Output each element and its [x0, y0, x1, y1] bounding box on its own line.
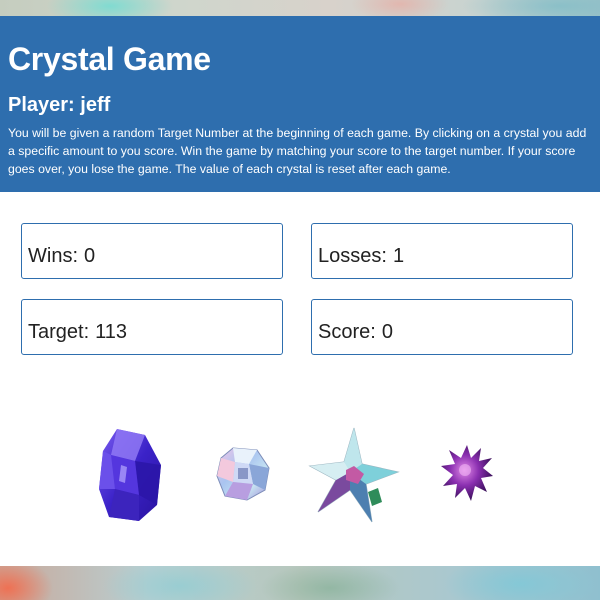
losses-value: 1 — [392, 244, 405, 267]
page-title: Crystal Game — [8, 41, 211, 77]
player-label: Player: — [8, 94, 75, 116]
instructions-text: You will be given a random Target Number… — [8, 126, 587, 176]
purple-crystal-icon — [99, 429, 161, 521]
star-cluster-crystal-button[interactable] — [306, 426, 402, 526]
target-value: 113 — [95, 320, 128, 343]
score-label: Score: — [318, 320, 376, 343]
score-box: Score: 0 — [311, 299, 573, 355]
game-area: Wins: 0 Losses: 1 Target: 113 Score: 0 — [0, 192, 600, 566]
background-top — [0, 0, 600, 16]
wins-value: 0 — [84, 244, 96, 267]
background-bottom — [0, 566, 600, 600]
wins-label: Wins: — [28, 244, 78, 267]
player-name: jeff — [80, 94, 111, 116]
losses-box: Losses: 1 — [311, 223, 573, 279]
iridescent-cube-crystal-button[interactable] — [213, 444, 273, 504]
star-cluster-crystal-icon — [308, 427, 400, 523]
purple-crystal-button[interactable] — [95, 425, 167, 523]
target-box: Target: 113 — [21, 299, 283, 355]
spiky-purple-crystal-button[interactable] — [441, 444, 493, 502]
iridescent-cube-icon — [216, 447, 270, 501]
wins-box: Wins: 0 — [21, 223, 283, 279]
score-value: 0 — [381, 320, 393, 343]
player-line: Player: jeff — [8, 94, 110, 117]
losses-label: Losses: — [318, 244, 387, 267]
target-label: Target: — [28, 320, 90, 343]
game-header: Crystal Game Player: jeff You will be gi… — [0, 16, 600, 192]
spiky-purple-crystal-icon — [441, 445, 493, 501]
